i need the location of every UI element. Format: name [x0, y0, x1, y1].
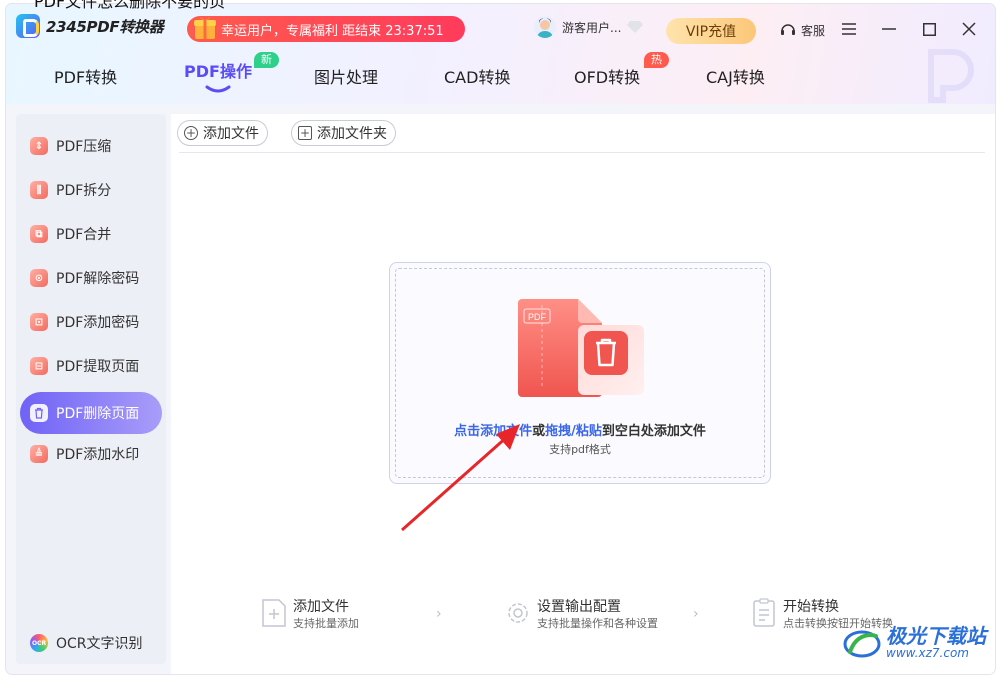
- tab-image-processing[interactable]: 图片处理: [314, 64, 378, 88]
- diamond-icon: [627, 21, 644, 33]
- sidebar-item-merge[interactable]: ⧉ PDF合并: [20, 213, 162, 255]
- app-window: 2345PDF转换器 幸运用户，专属福利 距结束 23:37:51 游客用户..…: [6, 4, 995, 674]
- ocr-icon: OCR: [30, 634, 48, 652]
- split-icon: ⫼: [30, 181, 48, 199]
- app-logo-icon: [16, 14, 40, 38]
- chevron-right-icon: ›: [436, 606, 442, 622]
- pdf-delete-illustration: PDF: [518, 299, 644, 397]
- sidebar-item-extract[interactable]: ⊟ PDF提取页面: [20, 345, 162, 387]
- step-output-settings: 设置输出配置 支持批量操作和各种设置: [505, 598, 658, 632]
- sidebar-item-label: PDF添加水印: [56, 447, 140, 463]
- maximize-button[interactable]: [918, 18, 940, 40]
- user-name: 游客用户...: [562, 20, 622, 35]
- app-name: 2345PDF转换器: [46, 17, 164, 36]
- sidebar-item-label: PDF提取页面: [56, 359, 140, 375]
- illus-pdf-label: PDF: [528, 312, 547, 322]
- sidebar-item-add-password[interactable]: ⊡ PDF添加密码: [20, 301, 162, 343]
- tab-ofd-convert[interactable]: OFD转换: [574, 64, 640, 88]
- plus-square-icon: +: [298, 126, 312, 140]
- step-sub: 支持批量操作和各种设置: [537, 617, 658, 630]
- vip-recharge-button[interactable]: VIP充值: [666, 18, 756, 44]
- trash-icon: [30, 404, 48, 422]
- tab-caj-convert[interactable]: CAJ转换: [706, 64, 765, 88]
- plus-circle-icon: +: [184, 126, 198, 140]
- main-tabs: PDF转换 PDF操作 新 图片处理 CAD转换 OFD转换 热 CAJ转换: [6, 52, 995, 102]
- gear-icon: [508, 603, 528, 623]
- site-watermark: 极光下载站 www.xz7.com: [842, 626, 986, 660]
- file-drop-zone[interactable]: PDF 点击添加文件或拖拽/粘贴到空白处添加文件 支持pdf格式: [389, 262, 771, 484]
- close-icon: [962, 22, 976, 36]
- sidebar-item-split[interactable]: ⫼ PDF拆分: [20, 169, 162, 211]
- minimize-button[interactable]: [878, 18, 900, 40]
- supported-format-text: 支持pdf格式: [549, 443, 611, 456]
- sidebar: ⇕ PDF压缩 ⫼ PDF拆分 ⧉ PDF合并 ⊙ PDF解除密码 ⊡ PDF添…: [16, 114, 166, 664]
- main-panel: + 添加文件 + 添加文件夹 PDF 点击添加文件或拖拽/粘贴到空白处添加文件 …: [171, 114, 995, 674]
- hot-badge: 热: [644, 52, 669, 68]
- drop-or-text: 或: [532, 424, 546, 439]
- step-title: 开始转换: [783, 599, 839, 615]
- add-file-button[interactable]: + 添加文件: [177, 120, 268, 146]
- headset-icon: [781, 24, 795, 35]
- sidebar-item-label: PDF压缩: [56, 139, 112, 155]
- drop-rest-text: 到空白处添加文件: [601, 424, 706, 439]
- chevron-right-icon: ›: [693, 606, 699, 622]
- checklist-icon: [753, 598, 775, 627]
- tab-cad-convert[interactable]: CAD转换: [444, 64, 510, 88]
- sidebar-item-delete-pages[interactable]: PDF删除页面: [20, 392, 162, 434]
- step-title: 设置输出配置: [537, 599, 621, 615]
- sidebar-item-compress[interactable]: ⇕ PDF压缩: [20, 125, 162, 167]
- site-url: www.xz7.com: [886, 646, 969, 660]
- site-logo-icon: [843, 630, 881, 658]
- toolbar-divider: [179, 152, 985, 153]
- service-label: 客服: [801, 23, 826, 38]
- watermark-icon: ≜: [30, 445, 48, 463]
- promo-text: 幸运用户，专属福利 距结束 23:37:51: [221, 23, 444, 39]
- sidebar-item-add-watermark[interactable]: ≜ PDF添加水印: [20, 433, 162, 475]
- minimize-icon: [882, 28, 896, 30]
- site-name: 极光下载站: [886, 624, 986, 648]
- merge-icon: ⧉: [30, 225, 48, 243]
- gift-icon: [194, 17, 216, 39]
- lock-icon: ⊡: [30, 313, 48, 331]
- compress-icon: ⇕: [30, 137, 48, 155]
- customer-service-button[interactable]: 客服: [779, 21, 825, 39]
- add-document-icon: [262, 599, 286, 627]
- add-folder-label: 添加文件夹: [317, 126, 387, 142]
- sidebar-item-label: PDF添加密码: [56, 315, 140, 331]
- new-badge: 新: [254, 52, 279, 68]
- drop-instructions: 点击添加文件或拖拽/粘贴到空白处添加文件: [390, 420, 770, 439]
- sidebar-item-label: PDF拆分: [56, 183, 112, 199]
- extract-icon: ⊟: [30, 357, 48, 375]
- add-folder-button[interactable]: + 添加文件夹: [291, 120, 396, 146]
- avatar: [534, 16, 556, 38]
- page-title-fragment: PDF文件怎么删除不要的页: [34, 0, 226, 11]
- maximize-icon: [922, 22, 936, 36]
- sidebar-item-label: PDF合并: [56, 227, 112, 243]
- close-button[interactable]: [958, 18, 980, 40]
- step-sub: 支持批量添加: [293, 617, 359, 630]
- sidebar-item-label: PDF删除页面: [56, 406, 140, 422]
- sidebar-item-unlock[interactable]: ⊙ PDF解除密码: [20, 257, 162, 299]
- hamburger-icon: [842, 23, 856, 35]
- tab-pdf-convert[interactable]: PDF转换: [54, 64, 117, 88]
- unlock-icon: ⊙: [30, 269, 48, 287]
- sidebar-item-label: PDF解除密码: [56, 271, 140, 287]
- add-file-label: 添加文件: [203, 126, 259, 142]
- drag-paste-link[interactable]: 拖拽/粘贴: [545, 424, 602, 439]
- step-add-file: 添加文件 支持批量添加: [261, 598, 359, 632]
- promo-banner[interactable]: 幸运用户，专属福利 距结束 23:37:51: [187, 16, 465, 42]
- step-title: 添加文件: [293, 599, 349, 615]
- sidebar-item-ocr[interactable]: OCR OCR文字识别: [20, 622, 162, 664]
- menu-button[interactable]: [838, 18, 860, 40]
- active-tab-indicator: [205, 85, 231, 93]
- tab-pdf-operations[interactable]: PDF操作: [184, 58, 252, 82]
- title-bar: 2345PDF转换器 幸运用户，专属福利 距结束 23:37:51 游客用户..…: [6, 4, 995, 104]
- user-account[interactable]: 游客用户...: [534, 16, 644, 38]
- app-logo: 2345PDF转换器: [16, 14, 164, 38]
- click-add-file-link[interactable]: 点击添加文件: [454, 424, 532, 439]
- sidebar-item-label: OCR文字识别: [56, 636, 143, 652]
